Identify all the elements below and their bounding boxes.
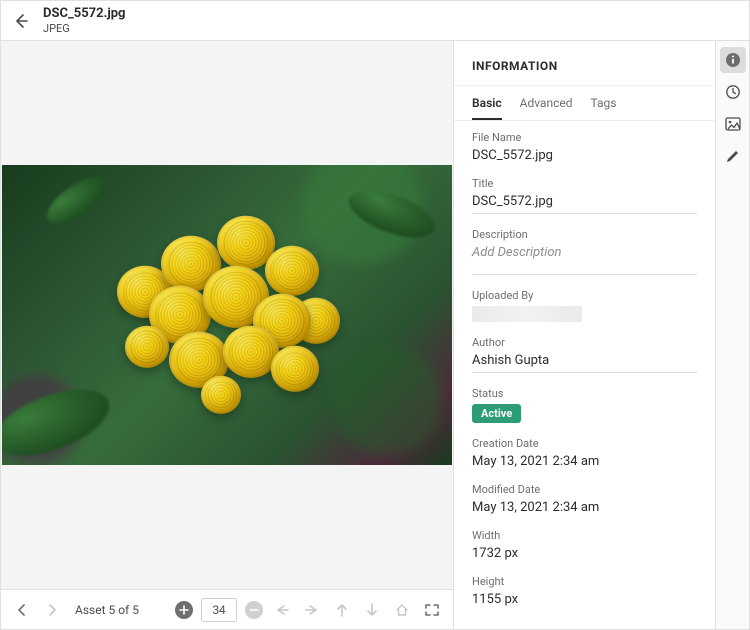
description-input[interactable]: Add Description xyxy=(472,245,697,260)
right-rail xyxy=(715,41,749,629)
rail-edit-button[interactable] xyxy=(720,143,746,169)
arrow-down-icon xyxy=(366,603,378,617)
field-label: Modified Date xyxy=(472,483,697,496)
field-value: 1732 px xyxy=(472,546,697,561)
field-label: Description xyxy=(472,228,697,241)
rail-info-button[interactable] xyxy=(720,47,746,73)
reset-view-button[interactable] xyxy=(391,599,413,621)
pan-up-button[interactable] xyxy=(331,599,353,621)
topbar: DSC_5572.jpg JPEG xyxy=(1,1,749,41)
file-name: DSC_5572.jpg xyxy=(43,6,125,22)
tab-basic[interactable]: Basic xyxy=(472,96,502,120)
chevron-left-icon xyxy=(17,604,27,616)
field-status: Status Active xyxy=(472,387,697,423)
file-type: JPEG xyxy=(43,22,125,35)
field-label: Height xyxy=(472,575,697,588)
chevron-right-icon xyxy=(47,604,57,616)
field-label: Status xyxy=(472,387,697,400)
title-block: DSC_5572.jpg JPEG xyxy=(43,6,125,35)
zoom-input[interactable] xyxy=(201,598,237,622)
field-label: File Name xyxy=(472,131,697,144)
rail-history-button[interactable] xyxy=(720,79,746,105)
field-creation-date: Creation Date May 13, 2021 2:34 am xyxy=(472,437,697,469)
zoom-out-button[interactable] xyxy=(245,601,263,619)
next-asset-button[interactable] xyxy=(41,599,63,621)
zoom-in-button[interactable] xyxy=(175,601,193,619)
field-value: May 13, 2021 2:34 am xyxy=(472,500,697,515)
field-label: Title xyxy=(472,177,697,190)
info-panel-title: INFORMATION xyxy=(454,41,715,86)
info-panel: INFORMATION Basic Advanced Tags File Nam… xyxy=(453,41,715,629)
clock-icon xyxy=(725,84,741,100)
field-label: Uploaded By xyxy=(472,289,697,302)
arrow-left-icon xyxy=(13,13,29,29)
asset-image xyxy=(2,165,452,465)
arrow-left-icon xyxy=(275,604,289,616)
field-modified-date: Modified Date May 13, 2021 2:34 am xyxy=(472,483,697,515)
field-title[interactable]: Title DSC_5572.jpg xyxy=(472,177,697,214)
pan-down-button[interactable] xyxy=(361,599,383,621)
field-height: Height 1155 px xyxy=(472,575,697,607)
arrow-right-icon xyxy=(305,604,319,616)
asset-counter: Asset 5 of 5 xyxy=(75,603,167,617)
info-icon xyxy=(725,52,741,68)
pan-left-button[interactable] xyxy=(271,599,293,621)
field-label: Creation Date xyxy=(472,437,697,450)
pencil-icon xyxy=(725,149,740,164)
back-button[interactable] xyxy=(9,9,33,33)
field-label: Width xyxy=(472,529,697,542)
rail-renditions-button[interactable] xyxy=(720,111,746,137)
field-value: 1155 px xyxy=(472,592,697,607)
viewer-tools xyxy=(175,598,443,622)
arrow-up-icon xyxy=(336,603,348,617)
fullscreen-icon xyxy=(425,604,439,616)
home-icon xyxy=(395,603,409,617)
app-root: DSC_5572.jpg JPEG xyxy=(0,0,750,630)
field-value: May 13, 2021 2:34 am xyxy=(472,454,697,469)
title-input[interactable]: DSC_5572.jpg xyxy=(472,194,697,209)
tab-tags[interactable]: Tags xyxy=(591,96,617,120)
field-uploaded-by: Uploaded By xyxy=(472,289,697,322)
minus-icon xyxy=(249,605,259,615)
pan-right-button[interactable] xyxy=(301,599,323,621)
flower-cluster xyxy=(107,206,347,416)
viewer: Asset 5 of 5 xyxy=(1,41,453,629)
field-author[interactable]: Author Ashish Gupta xyxy=(472,336,697,373)
info-fields: File Name DSC_5572.jpg Title DSC_5572.jp… xyxy=(454,121,715,625)
status-badge: Active xyxy=(472,404,521,423)
field-description[interactable]: Description Add Description xyxy=(472,228,697,275)
prev-asset-button[interactable] xyxy=(11,599,33,621)
field-width: Width 1732 px xyxy=(472,529,697,561)
tab-advanced[interactable]: Advanced xyxy=(520,96,573,120)
main: Asset 5 of 5 xyxy=(1,41,749,629)
image-icon xyxy=(725,117,741,131)
field-value: DSC_5572.jpg xyxy=(472,148,697,163)
bottombar: Asset 5 of 5 xyxy=(1,589,453,629)
image-stage[interactable] xyxy=(1,41,453,589)
field-file-name: File Name DSC_5572.jpg xyxy=(472,131,697,163)
fullscreen-button[interactable] xyxy=(421,599,443,621)
field-label: Author xyxy=(472,336,697,349)
info-tabs: Basic Advanced Tags xyxy=(454,86,715,121)
uploaded-by-value xyxy=(472,306,582,322)
plus-icon xyxy=(179,605,189,615)
author-input[interactable]: Ashish Gupta xyxy=(472,353,697,368)
